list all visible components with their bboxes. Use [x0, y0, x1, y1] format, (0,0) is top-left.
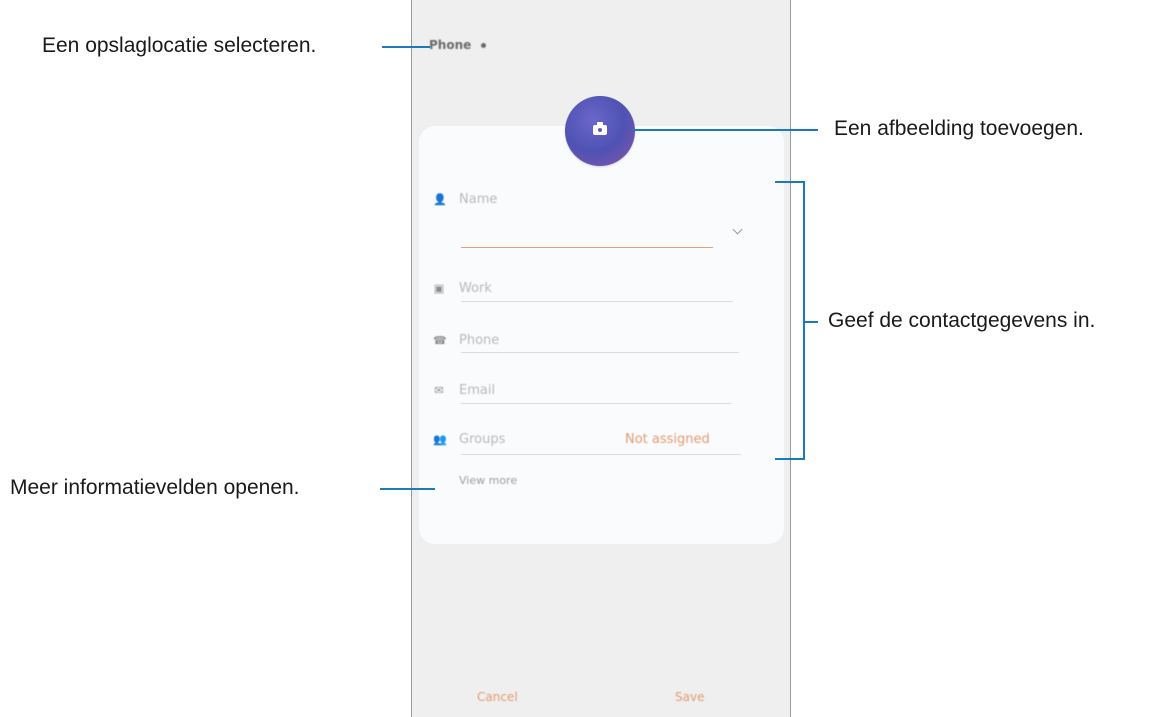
phone-label: Phone — [459, 333, 500, 348]
callout-storage: Een opslaglocatie selecteren. — [42, 34, 317, 57]
email-underline — [461, 403, 731, 404]
storage-location-selector[interactable]: Phone — [429, 38, 487, 52]
phone-field[interactable]: ☎ Phone — [433, 333, 499, 348]
callout-more-fields: Meer informatievelden openen. — [10, 476, 300, 499]
name-underline — [461, 247, 713, 248]
groups-icon: 👥 — [433, 432, 447, 446]
groups-underline — [461, 454, 741, 455]
email-icon: ✉ — [434, 383, 444, 397]
add-image-button[interactable] — [565, 96, 635, 166]
callout-image-line — [632, 129, 818, 131]
groups-field[interactable]: 👥 Groups — [433, 432, 505, 447]
view-more-button[interactable]: View more — [459, 474, 517, 487]
email-label: Email — [459, 383, 496, 398]
callout-storage-line — [382, 46, 430, 48]
person-icon: 👤 — [433, 192, 447, 206]
camera-icon — [593, 122, 607, 135]
work-label: Work — [459, 281, 492, 296]
callout-details: Geef de contactgegevens in. — [828, 309, 1096, 332]
save-button[interactable]: Save — [675, 690, 704, 704]
callout-details-bracket-top — [775, 181, 805, 183]
storage-location-label: Phone — [429, 38, 472, 52]
callout-details-bracket-bottom — [775, 458, 805, 460]
phone-icon: ☎ — [433, 333, 447, 347]
work-underline — [461, 301, 733, 302]
callout-details-line — [805, 321, 818, 323]
name-label: Name — [459, 192, 498, 207]
groups-label: Groups — [459, 432, 506, 447]
phone-underline — [461, 352, 739, 353]
cancel-button[interactable]: Cancel — [477, 690, 518, 704]
screen-border-left — [411, 0, 412, 717]
work-field[interactable]: ▣ Work — [433, 281, 492, 296]
phone-screen: Phone 👤 Name ▣ Work ☎ Phone ✉ Email 👥 Gr… — [411, 0, 791, 717]
email-field[interactable]: ✉ Email — [433, 383, 495, 398]
name-field[interactable]: 👤 Name — [433, 192, 497, 207]
callout-image: Een afbeelding toevoegen. — [834, 117, 1084, 140]
callout-more-fields-line — [380, 488, 435, 490]
screen-border-right — [790, 0, 791, 717]
groups-value[interactable]: Not assigned — [625, 432, 710, 447]
dropdown-dot-icon — [481, 42, 487, 48]
building-icon: ▣ — [433, 281, 445, 295]
